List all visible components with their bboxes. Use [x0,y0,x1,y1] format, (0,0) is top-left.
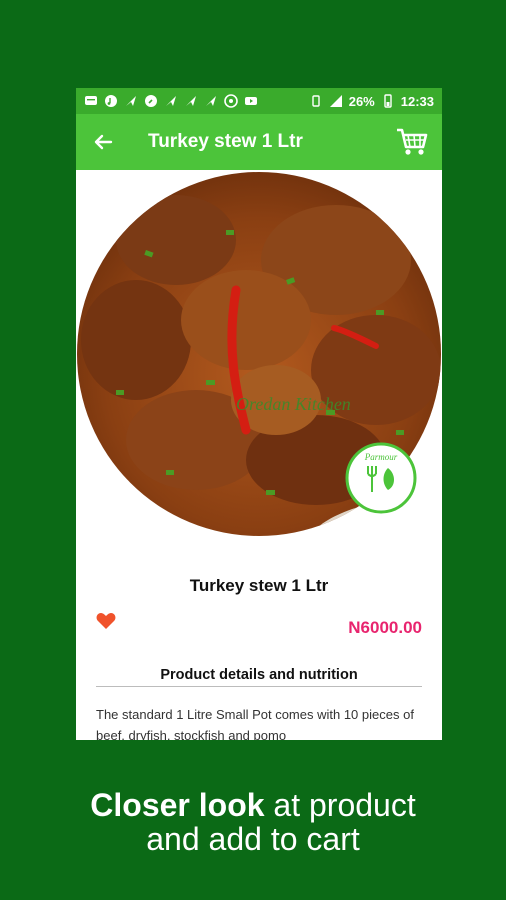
status-bar: 26% 12:33 [76,88,442,114]
battery-icon [381,94,395,108]
promo-caption: Closer look at product and add to cart [0,788,506,856]
vibrate-icon [309,94,323,108]
favorite-button[interactable] [96,612,116,630]
system-icons: 26% 12:33 [309,94,434,109]
heart-icon [96,613,116,629]
notification-icons [84,94,258,108]
product-description: The standard 1 Litre Small Pot comes wit… [96,707,414,740]
divider [96,686,422,687]
caption-rest: at product [264,787,416,823]
message-icon [84,94,98,108]
page-title: Turkey stew 1 Ltr [148,131,303,152]
product-name: Turkey stew 1 Ltr [189,576,329,595]
send-icon [184,94,198,108]
details-heading: Product details and nutrition [160,667,358,683]
signal-icon [329,94,343,108]
battery-percent: 26% [348,93,375,109]
send-icon [204,94,218,108]
badge-text: Parmour [364,452,398,462]
product-price: N6000.00 [348,618,422,637]
compass-icon [144,94,158,108]
music-icon [104,94,118,108]
caption-line2: and add to cart [146,821,360,857]
youtube-icon [244,94,258,108]
send-icon [164,94,178,108]
shopping-cart-icon [397,128,428,155]
watermark-text: Oredan Kitchen [236,394,351,414]
brand-badge: Parmour [345,442,417,514]
back-button[interactable] [88,127,118,157]
caption-bold: Closer look [90,787,265,823]
phone-screen: 26% 12:33 Turkey stew 1 Ltr Oredan Kitch… [76,88,442,740]
cart-button[interactable] [394,125,430,159]
product-image: Oredan Kitchen Parmour [76,170,442,542]
send-icon [124,94,138,108]
arrow-left-icon [94,134,113,150]
app-bar: Turkey stew 1 Ltr [76,114,442,170]
whatsapp-icon [224,94,238,108]
clock: 12:33 [400,93,434,109]
